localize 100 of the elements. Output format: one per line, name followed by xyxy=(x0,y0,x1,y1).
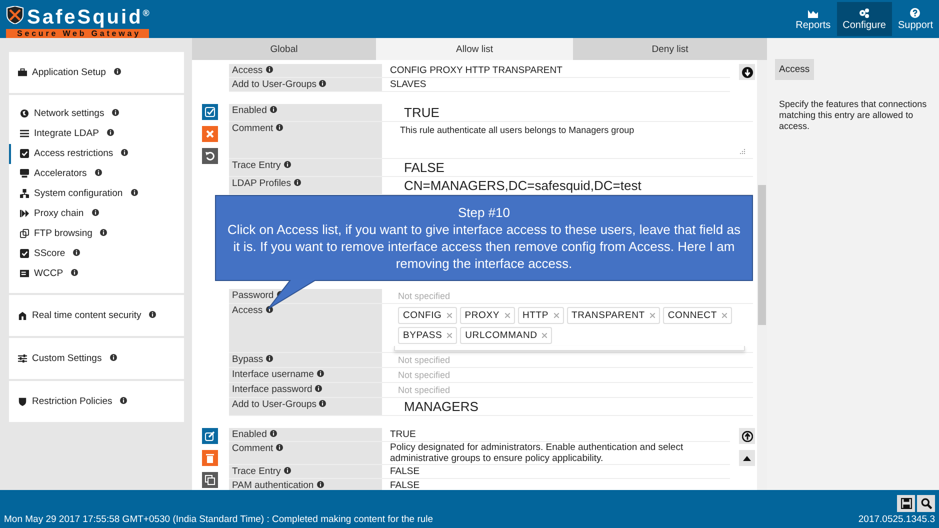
input-field[interactable]: Not specified xyxy=(384,289,753,303)
chart-icon xyxy=(808,8,818,18)
info-icon xyxy=(276,124,284,131)
sidebar-item[interactable]: Real time content security xyxy=(9,304,184,327)
field-label: Add to User-Groups xyxy=(232,79,316,90)
copy-icon xyxy=(205,475,215,485)
field-label: Bypass xyxy=(232,354,264,365)
field-label: Enabled xyxy=(232,429,267,440)
comment-field[interactable]: This rule authenticate all users belongs to Managers group xyxy=(384,122,753,158)
info-icon xyxy=(112,109,120,116)
trash-icon xyxy=(206,453,214,463)
field-label: Interface username xyxy=(232,369,314,380)
fast-forward-icon xyxy=(20,209,29,218)
sliders-icon xyxy=(18,354,27,363)
nav-button[interactable]: Configure xyxy=(836,2,892,36)
tab[interactable]: Deny list xyxy=(573,38,767,60)
info-icon xyxy=(121,149,128,156)
checkbox-icon xyxy=(20,249,29,258)
sidebar-item[interactable]: Custom Settings xyxy=(9,347,184,370)
version: 2017.0525.1345.3 xyxy=(858,514,935,525)
field-label: Comment xyxy=(232,443,274,454)
field-value: TRUE xyxy=(389,429,417,440)
info-icon xyxy=(294,179,301,186)
caret-up-icon xyxy=(743,456,751,460)
info-icon xyxy=(266,306,273,313)
tagline: Secure Web Gateway xyxy=(6,28,149,39)
callout-title: Step #10 xyxy=(458,204,510,221)
sidebar-item[interactable]: WCCP xyxy=(9,264,184,284)
nav-button[interactable]: Reports xyxy=(790,2,837,36)
field-label: Add to User-Groups xyxy=(232,399,316,410)
copy-button[interactable] xyxy=(202,472,218,488)
sidebar-item[interactable]: Application Setup xyxy=(9,61,184,84)
field-label: Trace Entry xyxy=(232,160,281,171)
sidebar-item[interactable]: System configuration xyxy=(9,184,184,204)
info-icon xyxy=(276,291,284,298)
field-value: MANAGERS xyxy=(403,398,480,415)
remove-icon[interactable] xyxy=(722,313,727,318)
info-icon xyxy=(266,66,273,73)
download-icon xyxy=(742,66,752,78)
field-label: Access xyxy=(232,305,263,316)
edit-button[interactable] xyxy=(202,428,218,444)
info-icon xyxy=(71,269,78,276)
info-icon xyxy=(284,161,291,168)
info-icon xyxy=(319,400,326,407)
info-icon xyxy=(94,169,102,176)
sidebar-item[interactable]: Restriction Policies xyxy=(9,390,184,413)
input-field[interactable]: Not specified xyxy=(384,368,753,382)
scrollbar[interactable] xyxy=(757,60,767,490)
scrollbar-thumb[interactable] xyxy=(758,185,766,325)
move-up-button[interactable] xyxy=(739,450,755,466)
tab[interactable]: Global xyxy=(192,38,376,60)
field-value: Policy designated for administrators. Enable authentication and select administrative groups to ensure policy applicability. xyxy=(389,442,684,464)
sidebar-item[interactable]: Network settings xyxy=(9,104,184,124)
undo-button[interactable] xyxy=(202,148,218,164)
field-value: FALSE xyxy=(403,159,446,176)
move-top-button[interactable] xyxy=(739,428,755,444)
cancel-button[interactable] xyxy=(202,126,218,142)
sidebar-item[interactable]: FTP browsing xyxy=(9,224,184,244)
sidebar-item[interactable]: Proxy chain xyxy=(9,204,184,224)
field-value: TRUE xyxy=(403,104,440,121)
download-button[interactable] xyxy=(739,64,755,80)
logo-icon xyxy=(6,6,24,24)
tag-label: CONNECT xyxy=(668,310,717,321)
info-icon xyxy=(316,481,324,488)
close-icon xyxy=(206,130,214,138)
info-icon xyxy=(315,385,322,392)
checkbox-icon xyxy=(20,149,29,158)
status-message: Mon May 29 2017 17:55:58 GMT+0530 (India Standard Time) : Completed making content for the rule xyxy=(4,514,434,525)
remove-icon[interactable] xyxy=(650,313,655,318)
nav-button[interactable]: Support xyxy=(892,2,939,36)
tag-label: TRANSPARENT xyxy=(572,310,645,321)
building-icon xyxy=(18,311,27,320)
remove-icon[interactable] xyxy=(554,313,559,318)
input-field[interactable]: Not specified xyxy=(384,383,753,397)
field-label: PAM authentication xyxy=(232,480,314,490)
info-icon xyxy=(270,430,277,437)
sidebar-item[interactable]: SScore xyxy=(9,244,184,264)
field-label: Interface password xyxy=(232,384,312,395)
info-icon xyxy=(100,229,108,236)
edit-icon xyxy=(205,431,215,441)
upload-icon xyxy=(742,430,752,442)
sidebar-item[interactable]: Accelerators xyxy=(9,164,184,184)
remove-icon[interactable] xyxy=(446,313,452,318)
sidebar-item[interactable]: Integrate LDAP xyxy=(9,124,184,144)
tab[interactable]: Allow list xyxy=(376,38,573,60)
save-button[interactable] xyxy=(897,495,915,512)
tag-label: CONFIG xyxy=(403,310,442,321)
remove-icon[interactable] xyxy=(542,333,548,338)
input-field[interactable]: Not specified xyxy=(384,353,753,367)
delete-button[interactable] xyxy=(202,450,218,466)
field-value: CONFIG PROXY HTTP TRANSPARENT xyxy=(389,65,564,76)
floppy-icon xyxy=(900,498,912,509)
search-button[interactable] xyxy=(917,495,935,512)
remove-icon[interactable] xyxy=(504,313,510,318)
info-icon xyxy=(92,209,99,216)
field-value: FALSE xyxy=(389,480,421,490)
remove-icon[interactable] xyxy=(447,333,452,338)
field-value: FALSE xyxy=(389,466,421,477)
sidebar-item[interactable]: Access restrictions xyxy=(9,144,184,164)
info-icon xyxy=(73,249,80,256)
